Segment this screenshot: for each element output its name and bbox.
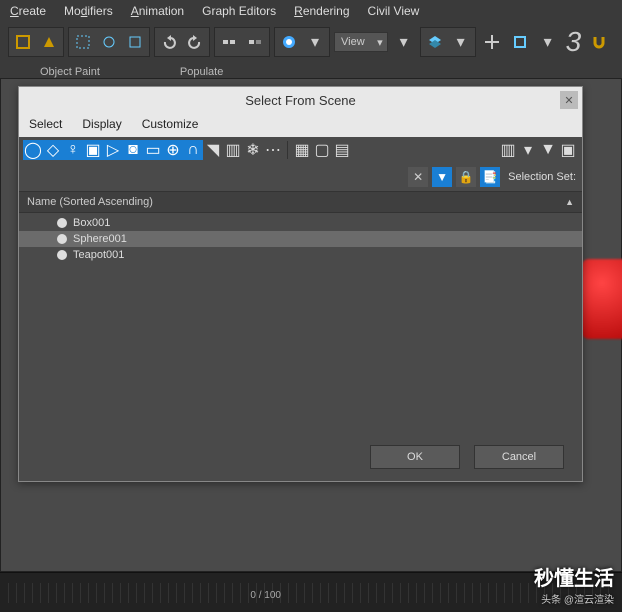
filter-frozen-icon[interactable]: ▥ <box>223 140 243 160</box>
paint-icon[interactable] <box>11 30 35 54</box>
timeline-ticks[interactable]: 0 / 100 <box>8 583 614 603</box>
filter-lights-icon[interactable]: ♀ <box>63 140 83 160</box>
select-lasso-icon[interactable] <box>97 30 121 54</box>
link-icon[interactable] <box>217 30 241 54</box>
close-icon[interactable]: ✕ <box>560 91 578 109</box>
select-from-scene-dialog: Select From Scene ✕ Select Display Custo… <box>18 86 583 482</box>
bookmark-icon[interactable]: 📑 <box>480 167 500 187</box>
find-icon[interactable]: ▼ <box>432 167 452 187</box>
object-paint-label: Object Paint <box>40 66 100 78</box>
filter-hidden-icon[interactable]: ❄ <box>243 140 263 160</box>
menu-create[interactable]: CCreatereate <box>10 4 46 18</box>
filter-cameras-icon[interactable]: ▣ <box>83 140 103 160</box>
dialog-menubar: Select Display Customize <box>19 113 582 137</box>
redo-icon[interactable] <box>183 30 207 54</box>
chevron-down-icon[interactable]: ▾ <box>536 30 560 54</box>
geometry-dot-icon <box>57 234 67 244</box>
filter-shapes-icon[interactable]: ◇ <box>43 140 63 160</box>
dialog-menu-display[interactable]: Display <box>82 117 121 131</box>
layers-icon[interactable] <box>423 30 447 54</box>
list-item-label: Box001 <box>73 217 110 229</box>
expand-icon[interactable]: ▥ <box>498 140 518 160</box>
list-item-label: Teapot001 <box>73 249 124 261</box>
search-bar: ✕ ▼ 🔒 📑 Selection Set: <box>19 163 582 191</box>
undo-icon[interactable] <box>157 30 181 54</box>
snap-digit[interactable]: 3 <box>564 26 584 58</box>
main-toolbar: ▾ View ▾ ▾ ▾ 3 <box>0 24 622 64</box>
menu-rendering[interactable]: Rendering <box>294 4 349 18</box>
frame-icon[interactable] <box>508 30 532 54</box>
list-item[interactable]: Box001 <box>19 215 582 231</box>
clear-search-icon[interactable]: ✕ <box>408 167 428 187</box>
collapse-icon[interactable]: ▾ <box>518 140 538 160</box>
populate-label: Populate <box>180 66 223 78</box>
frame-readout: 0 / 100 <box>250 590 281 601</box>
dialog-menu-select[interactable]: Select <box>29 117 62 131</box>
move-icon[interactable] <box>480 30 504 54</box>
chevron-down-icon[interactable]: ▾ <box>303 30 327 54</box>
chevron-down-icon[interactable]: ▾ <box>392 30 416 54</box>
cancel-button[interactable]: Cancel <box>474 445 564 469</box>
filter-bones-icon[interactable]: ∩ <box>183 140 203 160</box>
dialog-title: Select From Scene <box>245 93 356 108</box>
filter-spacewarps-icon[interactable]: ◙ <box>123 140 143 160</box>
render-icon[interactable] <box>277 30 301 54</box>
list-item[interactable]: Teapot001 <box>19 247 582 263</box>
list-header-name: Name (Sorted Ascending) <box>27 196 153 208</box>
dialog-footer: OK Cancel <box>19 433 582 481</box>
menu-civil-view[interactable]: Civil View <box>368 4 420 18</box>
sort-indicator-icon: ▲ <box>565 197 574 207</box>
ok-button[interactable]: OK <box>370 445 460 469</box>
filter-helpers-icon[interactable]: ▷ <box>103 140 123 160</box>
select-brush-icon[interactable] <box>123 30 147 54</box>
viewport-object <box>581 259 622 339</box>
filter-toolbar: ◯ ◇ ♀ ▣ ▷ ◙ ▭ ⊕ ∩ ◥ ▥ ❄ ⋯ ▦ ▢ ▤ ▥ ▾ ▼ ▣ <box>19 137 582 163</box>
display-all-icon[interactable]: ▦ <box>292 140 312 160</box>
dialog-menu-customize[interactable]: Customize <box>142 117 199 131</box>
magnet-icon[interactable] <box>587 30 611 54</box>
unlink-icon[interactable] <box>243 30 267 54</box>
geometry-dot-icon <box>57 250 67 260</box>
settings-icon[interactable]: ▣ <box>558 140 578 160</box>
filter-geometry-icon[interactable]: ◯ <box>23 140 43 160</box>
filter-container-icon[interactable]: ◥ <box>203 140 223 160</box>
geometry-dot-icon <box>57 218 67 228</box>
columns-icon[interactable]: ▼ <box>538 140 558 160</box>
menu-modifiers[interactable]: Modifiers <box>64 4 113 18</box>
timeline[interactable]: 0 / 100 <box>0 572 622 612</box>
menu-graph-editors[interactable]: Graph Editors <box>202 4 276 18</box>
filter-xrefs-icon[interactable]: ⊕ <box>163 140 183 160</box>
fill-icon[interactable] <box>37 30 61 54</box>
menu-animation[interactable]: Animation <box>131 4 184 18</box>
list-item[interactable]: Sphere001 <box>19 231 582 247</box>
dialog-titlebar: Select From Scene ✕ <box>19 87 582 113</box>
filter-groups-icon[interactable]: ▭ <box>143 140 163 160</box>
list-item-label: Sphere001 <box>73 233 127 245</box>
lock-icon[interactable]: 🔒 <box>456 167 476 187</box>
select-rect-icon[interactable] <box>71 30 95 54</box>
view-dropdown[interactable]: View <box>334 32 388 52</box>
object-list: Box001 Sphere001 Teapot001 <box>19 213 582 433</box>
display-none-icon[interactable]: ▢ <box>312 140 332 160</box>
selection-set-label: Selection Set: <box>508 171 576 183</box>
display-invert-icon[interactable]: ▤ <box>332 140 352 160</box>
main-menubar: CCreatereate Modifiers Animation Graph E… <box>0 0 622 24</box>
chevron-down-icon[interactable]: ▾ <box>449 30 473 54</box>
list-header[interactable]: Name (Sorted Ascending) ▲ <box>19 191 582 213</box>
filter-misc-icon[interactable]: ⋯ <box>263 140 283 160</box>
